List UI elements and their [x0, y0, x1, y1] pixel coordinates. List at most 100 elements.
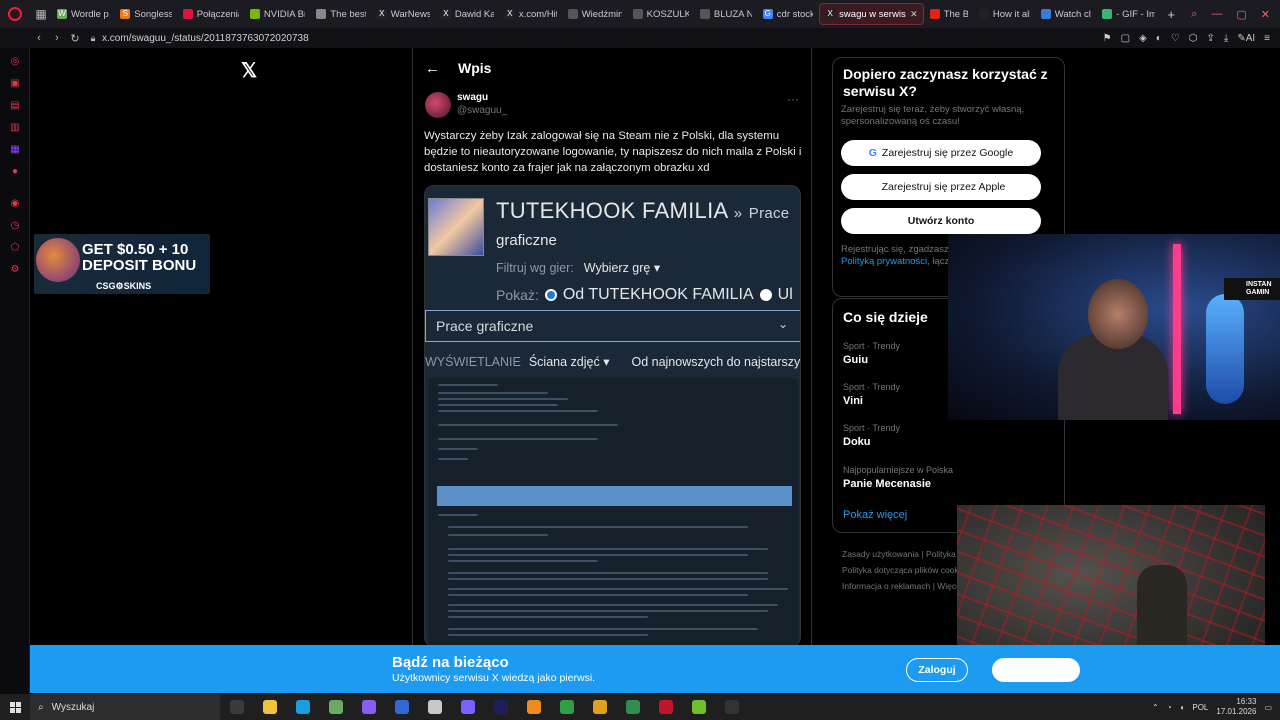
new-tab-button[interactable]: + — [1161, 7, 1181, 22]
taskbar-app-icon[interactable] — [286, 694, 319, 720]
network-icon[interactable]: ◔ — [1167, 703, 1172, 712]
taskbar-app-icon[interactable] — [484, 694, 517, 720]
author-handle[interactable]: @swaguu_ — [457, 105, 507, 116]
login-button[interactable]: Zaloguj — [906, 658, 968, 682]
shield-icon[interactable]: ◈ — [1139, 33, 1147, 44]
close-window-button[interactable]: ✕ — [1261, 8, 1270, 21]
player-icon[interactable]: ◉ — [0, 192, 30, 214]
tab-item[interactable]: Watch cli — [1036, 3, 1097, 25]
tab-close-icon[interactable]: ✕ — [910, 9, 918, 20]
trend-item[interactable]: Sport · Trendy Guiu — [843, 341, 900, 366]
twitch-icon[interactable]: ▦ — [0, 138, 30, 160]
tab-item[interactable]: S Songless — [115, 3, 176, 25]
x-logo-icon[interactable]: 𝕏 — [241, 58, 257, 83]
taskbar-app-icon[interactable] — [253, 694, 286, 720]
trend-item[interactable]: Sport · Trendy Doku — [843, 423, 900, 448]
taskbar-search[interactable]: ⌕ Wyszukaj — [30, 694, 220, 720]
tab-label: WarNews — [390, 8, 430, 20]
extensions-icon[interactable]: ⬡ — [1189, 33, 1198, 44]
settings-icon[interactable]: ⚙ — [0, 258, 30, 280]
taskbar-app-icon[interactable] — [451, 694, 484, 720]
taskbar-app-icon[interactable] — [385, 694, 418, 720]
snapshot-icon[interactable]: ▢ — [1121, 33, 1130, 44]
heart-icon[interactable]: ♡ — [1171, 33, 1180, 44]
flow-icon[interactable]: ⬠ — [0, 236, 30, 258]
start-button[interactable] — [0, 701, 30, 713]
tab-item[interactable]: X WarNews — [372, 3, 435, 25]
taskbar-app-icon[interactable] — [418, 694, 451, 720]
vpn-icon[interactable]: ◐ — [1156, 33, 1162, 44]
post-author[interactable]: swagu @swaguu_ — [425, 92, 507, 118]
more-options-icon[interactable]: ··· — [787, 92, 799, 106]
app-icon — [361, 700, 376, 714]
taskbar-app-icon[interactable] — [352, 694, 385, 720]
taskbar-app-icon[interactable] — [517, 694, 550, 720]
clock-date: 17.01.2026 — [1216, 707, 1257, 716]
taskbar-app-icon[interactable] — [682, 694, 715, 720]
tray-overflow-icon[interactable]: ⌃ — [1152, 703, 1159, 712]
tab-item[interactable]: Połączenia — [178, 3, 244, 25]
aria-icon[interactable]: ◎ — [0, 50, 30, 72]
google-signup-button[interactable]: G Zarejestruj się przez Google — [841, 140, 1041, 166]
author-name[interactable]: swagu — [457, 92, 507, 103]
download-icon[interactable]: ⤓ — [1224, 33, 1228, 44]
taskbar-app-icon[interactable] — [649, 694, 682, 720]
bookmark-icon[interactable]: ⚑ — [1103, 33, 1112, 44]
url-field[interactable]: x.com/swaguu_/status/2011873763072020738 — [102, 33, 1103, 44]
lock-icon[interactable]: 🔒︎ — [84, 33, 102, 44]
text-line — [438, 404, 558, 406]
maximize-button[interactable]: ▢ — [1236, 8, 1246, 21]
back-icon[interactable]: ‹ — [30, 32, 48, 44]
language-indicator[interactable]: POL — [1192, 703, 1208, 712]
filter-label: Filtruj wg gier: — [496, 261, 574, 275]
trend-item[interactable]: Sport · Trendy Vini — [843, 382, 900, 407]
tab-item[interactable]: Xx.com/Hit — [500, 3, 562, 25]
history-icon[interactable]: ◷ — [0, 214, 30, 236]
tab-item[interactable]: The B — [925, 3, 973, 25]
promo-banner[interactable]: GET $0.50 + 10 DEPOSIT BONU CSG⚙SKINS — [34, 234, 210, 294]
apple-signup-button[interactable]: Zarejestruj się przez Apple — [841, 174, 1041, 200]
taskbar-app-icon[interactable] — [319, 694, 352, 720]
taskbar-app-icon[interactable] — [583, 694, 616, 720]
tab-item[interactable]: NVIDIA Br — [245, 3, 311, 25]
tab-grid-icon[interactable]: ▦ — [30, 7, 52, 21]
menu-icon[interactable]: ≡ — [1264, 33, 1270, 44]
clock[interactable]: 16:33 17.01.2026 — [1216, 697, 1256, 717]
share-icon[interactable]: ⇪ — [1207, 33, 1215, 44]
show-more-link[interactable]: Pokaż więcej — [843, 509, 907, 521]
post-media[interactable]: TUTEKHOOK FAMILIA » Prace graficzne Filt… — [424, 185, 801, 647]
tab-item[interactable]: KOSZULK — [628, 3, 694, 25]
taskbar-app-icon[interactable] — [220, 694, 253, 720]
tab-item[interactable]: Xswagu w serwisie ✕ — [819, 3, 924, 25]
messenger-icon[interactable]: ▤ — [0, 94, 30, 116]
avatar[interactable] — [425, 92, 451, 118]
tab-item[interactable]: - GIF - Im — [1097, 3, 1160, 25]
forward-icon[interactable]: › — [48, 32, 66, 44]
tab-item[interactable]: Gcdr stock — [758, 3, 818, 25]
tab-item[interactable]: The best — [311, 3, 370, 25]
tab-item[interactable]: BLUZA N — [695, 3, 757, 25]
register-button[interactable] — [992, 658, 1080, 682]
music-icon[interactable]: ▥ — [0, 116, 30, 138]
reload-icon[interactable]: ↻ — [66, 32, 84, 45]
taskbar-app-icon[interactable] — [616, 694, 649, 720]
search-tabs-icon[interactable]: ⌕ — [1191, 8, 1197, 21]
briefcase-icon[interactable]: ▣ — [0, 72, 30, 94]
tab-item[interactable]: Wiedźmin — [563, 3, 627, 25]
taskbar-app-icon[interactable] — [550, 694, 583, 720]
volume-icon[interactable]: ◖ — [1180, 703, 1185, 712]
create-account-button[interactable]: Utwórz konto — [841, 208, 1041, 234]
notification-icon[interactable]: ▭ — [1264, 703, 1272, 712]
tab-item[interactable]: How it all — [974, 3, 1035, 25]
system-tray: ⌃ ◔ ◖ POL 16:33 17.01.2026 ▭ — [1152, 694, 1280, 720]
opera-menu-button[interactable] — [0, 7, 30, 21]
taskbar-app-icon[interactable] — [715, 694, 748, 720]
back-arrow-icon[interactable]: ← — [425, 60, 440, 77]
minimize-button[interactable]: — — [1211, 8, 1222, 21]
trend-item[interactable]: Najpopularniejsze w Polska Panie Mecenasi… — [843, 465, 953, 490]
ai-icon[interactable]: ✎AI — [1237, 33, 1255, 44]
privacy-link[interactable]: Polityką prywatności — [841, 256, 927, 267]
youtube-icon[interactable]: ● — [0, 160, 30, 182]
tab-item[interactable]: W Wordle pl — [52, 3, 114, 25]
tab-item[interactable]: X Dawid Ka — [436, 3, 499, 25]
